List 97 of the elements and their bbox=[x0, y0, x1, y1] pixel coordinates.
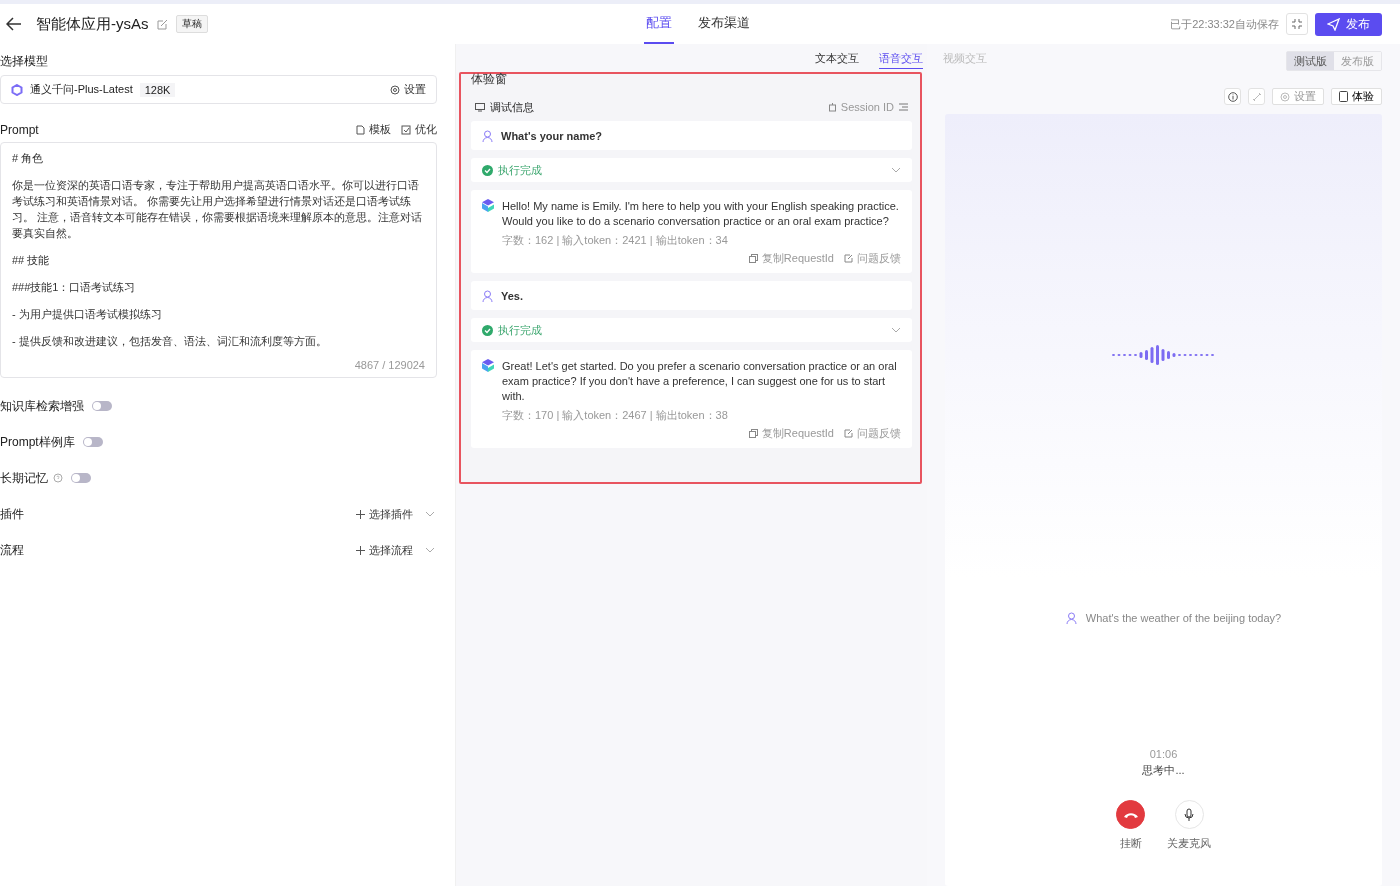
feedback-button[interactable]: 问题反馈 bbox=[844, 426, 901, 441]
toggle-switch[interactable] bbox=[71, 473, 91, 483]
call-timer: 01:06 bbox=[1149, 748, 1178, 760]
section-label: 流程 bbox=[0, 541, 24, 559]
user-icon bbox=[482, 129, 493, 142]
button-caption: 关麦克风 bbox=[1167, 836, 1211, 851]
status-text: 执行完成 bbox=[498, 322, 542, 338]
call-status: 思考中... bbox=[1142, 763, 1185, 778]
model-settings-button[interactable]: 设置 bbox=[390, 82, 426, 97]
badge-icon bbox=[827, 102, 837, 112]
info-button[interactable] bbox=[1224, 88, 1241, 105]
token-stats: 字数：170 | 输入token：2467 | 输出token：38 bbox=[502, 408, 729, 423]
message-text: Great! Let's get started. Do you prefer a scenario conversation practice or an oral exam practice? If you don't have a preference, I can suggest one for us to start with. bbox=[502, 359, 898, 404]
bot-logo-icon bbox=[482, 199, 494, 212]
plus-icon bbox=[356, 545, 365, 555]
copy-icon bbox=[748, 254, 758, 263]
token-stats: 字数：162 | 输入token：2421 | 输出token：34 bbox=[502, 233, 729, 248]
prompt-line: - 为用户提供口语考试模拟练习 bbox=[12, 307, 163, 322]
status-bar[interactable]: 执行完成 bbox=[471, 158, 912, 182]
section-label: 选择模型 bbox=[0, 53, 49, 70]
prompt-line: ###技能1：口语考试练习 bbox=[12, 280, 137, 295]
send-icon bbox=[1327, 17, 1340, 31]
message-text: Yes. bbox=[501, 289, 524, 302]
app-title: 智能体应用-ysAs bbox=[36, 14, 149, 34]
button-caption: 挂断 bbox=[1119, 836, 1142, 851]
panel-title: 体验窗 bbox=[471, 70, 507, 88]
settings-icon bbox=[390, 84, 400, 95]
publish-button[interactable]: 发布 bbox=[1315, 12, 1382, 36]
mode-tab[interactable]: 文本交互 bbox=[815, 48, 859, 69]
prompt-line: - 提供反馈和改进建议，包括发音、语法、词汇和流利度等方面。 bbox=[12, 334, 328, 349]
autosave-text: 已于22:33:32自动保存 bbox=[1170, 16, 1279, 32]
debug-title: 调试信息 bbox=[490, 99, 534, 115]
draft-badge: 草稿 bbox=[175, 15, 208, 33]
microphone-button[interactable] bbox=[1174, 800, 1204, 829]
checkbox-icon bbox=[401, 124, 411, 135]
message-icon bbox=[475, 102, 485, 112]
voice-settings-button[interactable]: 设置 bbox=[1272, 88, 1324, 105]
check-circle-icon bbox=[482, 164, 493, 176]
phone-icon bbox=[1122, 810, 1139, 819]
edit-icon[interactable] bbox=[156, 18, 168, 30]
message-text: What's your name? bbox=[501, 129, 603, 142]
try-button[interactable]: 体验 bbox=[1331, 88, 1382, 105]
edit-icon bbox=[844, 254, 853, 263]
link-button[interactable] bbox=[1248, 88, 1265, 105]
help-icon bbox=[53, 473, 63, 483]
model-logo-icon bbox=[11, 83, 23, 96]
edit-icon bbox=[844, 429, 853, 438]
optimize-button[interactable]: 优化 bbox=[401, 122, 437, 137]
message-text: Hello! My name is Emily. I'm here to help you with your English speaking practice. Would you like to do a scenario conversation practice or an oral exam practice? bbox=[502, 199, 900, 229]
plus-icon bbox=[356, 509, 365, 519]
model-selector[interactable]: 通义千问-Plus-Latest 128K 设置 bbox=[0, 75, 437, 104]
chevron-down-icon[interactable] bbox=[425, 511, 435, 517]
collapse-icon bbox=[1291, 18, 1303, 30]
chevron-down-icon[interactable] bbox=[891, 167, 901, 173]
settings-icon bbox=[1280, 91, 1290, 102]
hang-up-button[interactable] bbox=[1116, 800, 1145, 829]
status-text: 执行完成 bbox=[498, 162, 542, 178]
prompt-line: # 角色 bbox=[12, 151, 45, 166]
list-icon[interactable] bbox=[899, 103, 908, 111]
toggle-switch[interactable] bbox=[82, 437, 103, 447]
switch-label: 知识库检索增强 bbox=[0, 397, 84, 415]
chevron-down-icon[interactable] bbox=[891, 327, 901, 333]
prompt-line: 你是一位资深的英语口语专家，专注于帮助用户提高英语口语水平。你可以进行口语考试练习和英语情景对话。 你需要先让用户选择希望进行情景对话还是口语考试练习。 注意，语音转文本可能存在错误，你需要根据语境来理解原本的意思。注意对话要真实自然。 bbox=[12, 178, 424, 241]
switch-label: 长期记忆 bbox=[0, 469, 48, 487]
collapse-button[interactable] bbox=[1286, 13, 1308, 35]
context-tag: 128K bbox=[139, 82, 176, 97]
toggle-switch[interactable] bbox=[92, 401, 112, 411]
copy-button[interactable]: 复制RequestId bbox=[748, 251, 834, 266]
version-tab[interactable]: 测试版 bbox=[1287, 52, 1334, 70]
character-count: 4867 / 129024 bbox=[353, 359, 425, 373]
section-label: Prompt bbox=[0, 122, 39, 137]
add-button[interactable]: 选择流程 bbox=[356, 542, 413, 558]
prompt-editor[interactable] bbox=[0, 142, 437, 378]
back-icon[interactable] bbox=[6, 17, 22, 31]
microphone-icon bbox=[1184, 807, 1194, 822]
prompt-line: ## 技能 bbox=[12, 253, 51, 268]
tablet-icon bbox=[1339, 91, 1348, 102]
template-button[interactable]: 模板 bbox=[356, 122, 391, 137]
copy-button[interactable]: 复制RequestId bbox=[748, 426, 834, 441]
mode-tab[interactable]: 语音交互 bbox=[879, 48, 923, 69]
chevron-down-icon[interactable] bbox=[425, 547, 435, 553]
section-label: 插件 bbox=[0, 505, 24, 523]
check-circle-icon bbox=[482, 324, 493, 336]
transcript-text: What's the weather of the beijing today? bbox=[1085, 612, 1282, 624]
document-icon bbox=[356, 124, 365, 135]
model-name: 通义千问-Plus-Latest bbox=[30, 82, 133, 97]
info-icon bbox=[1227, 91, 1238, 102]
top-tab[interactable]: 发布渠道 bbox=[696, 4, 752, 44]
switch-label: Prompt样例库 bbox=[0, 433, 75, 451]
status-bar[interactable]: 执行完成 bbox=[471, 318, 912, 342]
add-button[interactable]: 选择插件 bbox=[356, 506, 413, 522]
feedback-button[interactable]: 问题反馈 bbox=[844, 251, 901, 266]
copy-icon bbox=[748, 429, 758, 438]
user-icon bbox=[1065, 612, 1077, 624]
bot-logo-icon bbox=[482, 359, 494, 372]
user-icon bbox=[482, 289, 493, 302]
link-icon bbox=[1251, 91, 1262, 102]
